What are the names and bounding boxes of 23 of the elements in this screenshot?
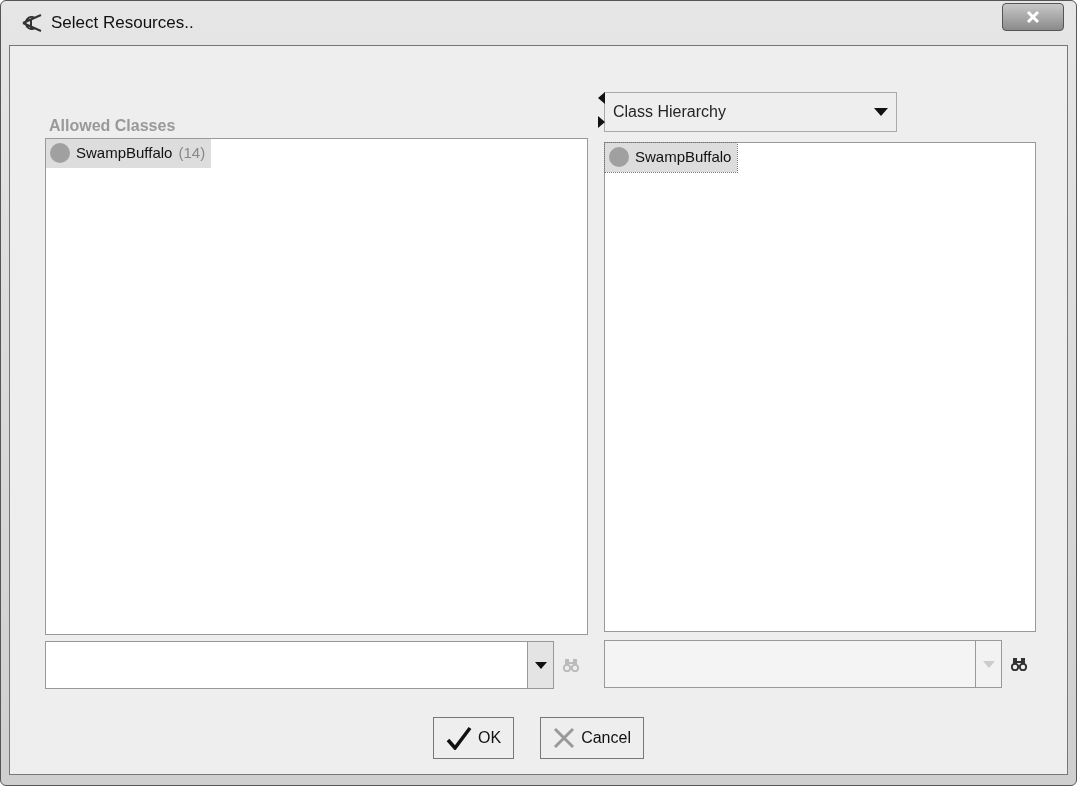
ok-button[interactable]: OK: [433, 717, 515, 759]
checkmark-icon: [446, 726, 473, 750]
search-combo[interactable]: [45, 641, 554, 689]
close-button[interactable]: [1002, 3, 1064, 31]
class-item[interactable]: SwampBuffalo: [605, 143, 738, 172]
cancel-button[interactable]: Cancel: [540, 717, 644, 759]
dropdown-caret-icon: [874, 108, 888, 116]
class-name: SwampBuffalo: [76, 143, 173, 163]
window-title: Select Resources..: [51, 12, 194, 35]
class-icon: [50, 143, 70, 164]
view-selector[interactable]: Class Hierarchy: [604, 92, 897, 132]
binoculars-icon: [563, 658, 579, 672]
binoculars-icon: [1011, 657, 1027, 671]
dropdown-caret-icon: [534, 661, 547, 669]
app-logo-icon: [21, 12, 43, 34]
class-icon: [609, 147, 629, 168]
class-item[interactable]: SwampBuffalo (14): [46, 139, 212, 168]
cross-icon: [553, 727, 576, 749]
panel-title: Allowed Classes: [48, 116, 177, 136]
close-icon: [1026, 10, 1040, 24]
class-name: SwampBuffalo: [635, 147, 732, 167]
instance-count: (14): [178, 143, 206, 163]
dropdown-caret-icon: [982, 660, 995, 668]
